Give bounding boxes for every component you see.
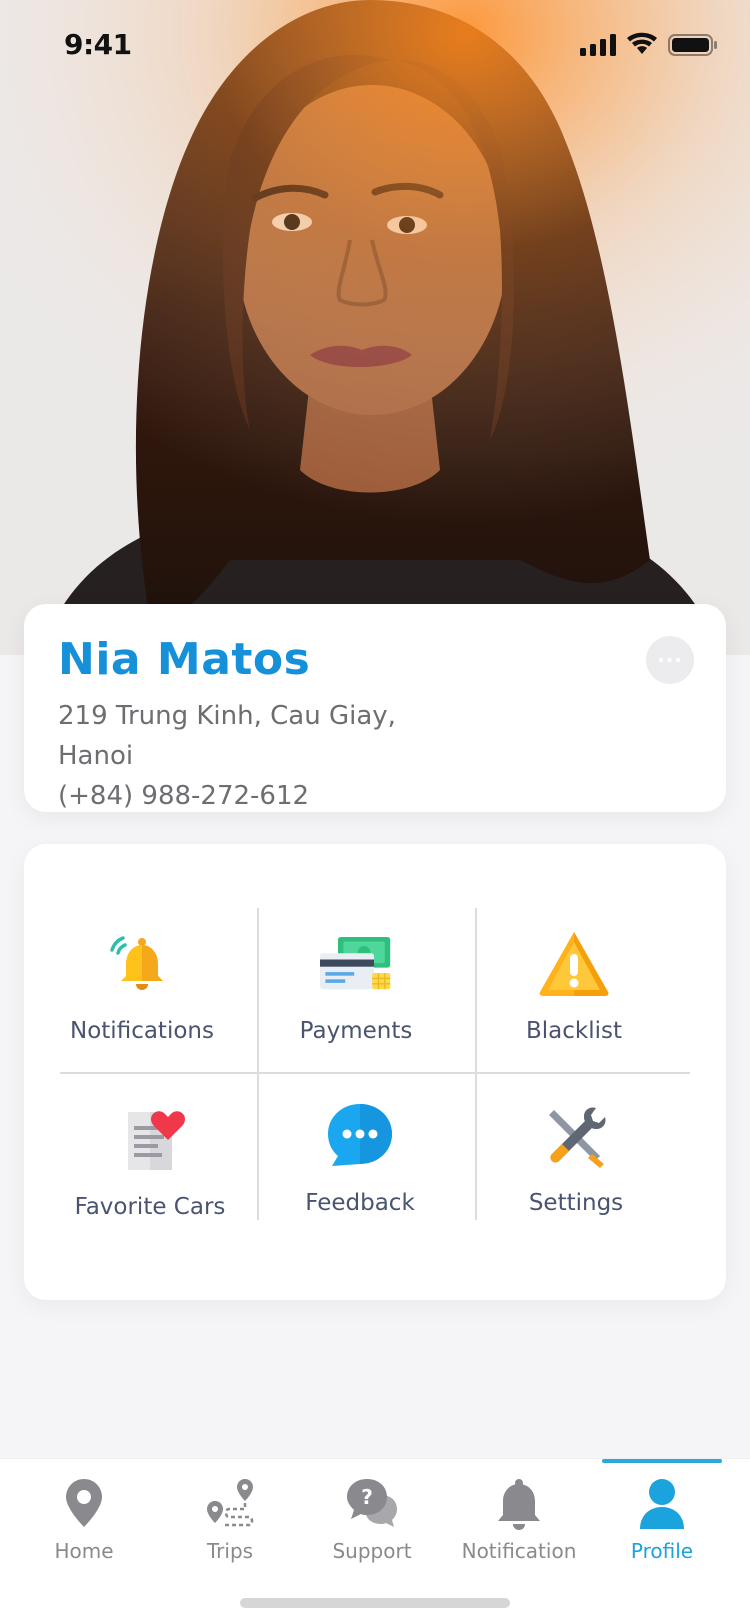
portrait-illustration — [0, 0, 750, 655]
location-pin-icon — [66, 1479, 102, 1527]
menu-grid: Notifications Payments Blacklist Favorit… — [24, 844, 726, 1300]
tab-notification[interactable]: Notification — [449, 1477, 589, 1563]
tab-profile[interactable]: Profile — [592, 1477, 732, 1563]
route-icon — [207, 1479, 254, 1527]
bell-icon — [110, 936, 163, 990]
menu-item-label: Feedback — [305, 1190, 415, 1216]
tab-label: Profile — [630, 1539, 694, 1563]
more-options-button[interactable]: ··· — [646, 636, 694, 684]
profile-photo — [0, 0, 750, 655]
bell-icon — [498, 1479, 540, 1530]
menu-item-feedback[interactable]: Feedback — [250, 1100, 470, 1216]
active-tab-indicator — [602, 1459, 722, 1463]
menu-item-blacklist[interactable]: Blacklist — [464, 928, 684, 1044]
menu-item-label: Notifications — [70, 1018, 214, 1044]
profile-address: 219 Trung Kinh, Cau Giay, Hanoi — [58, 701, 396, 771]
profile-phone: (+84) 988-272-612 — [58, 781, 310, 811]
battery-icon — [668, 34, 717, 56]
menu-item-notifications[interactable]: Notifications — [32, 928, 252, 1044]
profile-screen: 9:41 Nia Matos 219 Trung Kinh, Cau Giay,… — [0, 0, 750, 1624]
menu-item-favorite-cars[interactable]: Favorite Cars — [40, 1104, 260, 1220]
tab-label: Notification — [461, 1539, 577, 1563]
profile-name: Nia Matos — [58, 634, 311, 685]
home-indicator[interactable] — [240, 1598, 510, 1608]
tab-label: Home — [54, 1539, 114, 1563]
payment-icon — [320, 937, 391, 990]
menu-item-settings[interactable]: Settings — [466, 1100, 686, 1216]
menu-item-label: Payments — [299, 1018, 413, 1044]
menu-item-label: Favorite Cars — [74, 1194, 226, 1220]
warning-icon — [539, 932, 609, 996]
grid-divider — [60, 1072, 690, 1074]
tab-label: Trips — [206, 1539, 254, 1563]
person-icon — [640, 1479, 684, 1529]
menu-item-payments[interactable]: Payments — [246, 928, 466, 1044]
svg-text:?: ? — [361, 1485, 373, 1509]
tab-home[interactable]: Home — [14, 1477, 154, 1563]
profile-card: Nia Matos 219 Trung Kinh, Cau Giay, Hano… — [24, 604, 726, 812]
status-bar: 9:41 — [0, 0, 750, 94]
tab-support[interactable]: ? Support — [302, 1477, 442, 1563]
status-time: 9:41 — [64, 28, 132, 61]
menu-item-label: Blacklist — [525, 1018, 622, 1044]
help-chat-icon: ? — [347, 1479, 397, 1527]
menu-item-label: Settings — [528, 1190, 624, 1216]
cellular-signal-icon — [580, 34, 616, 56]
tab-label: Support — [332, 1539, 412, 1563]
tools-icon — [549, 1107, 606, 1168]
chat-bubble-icon — [328, 1104, 392, 1166]
favorite-document-icon — [128, 1111, 185, 1170]
wifi-icon — [627, 32, 657, 54]
more-icon: ··· — [657, 648, 683, 672]
tab-trips[interactable]: Trips — [160, 1477, 300, 1563]
